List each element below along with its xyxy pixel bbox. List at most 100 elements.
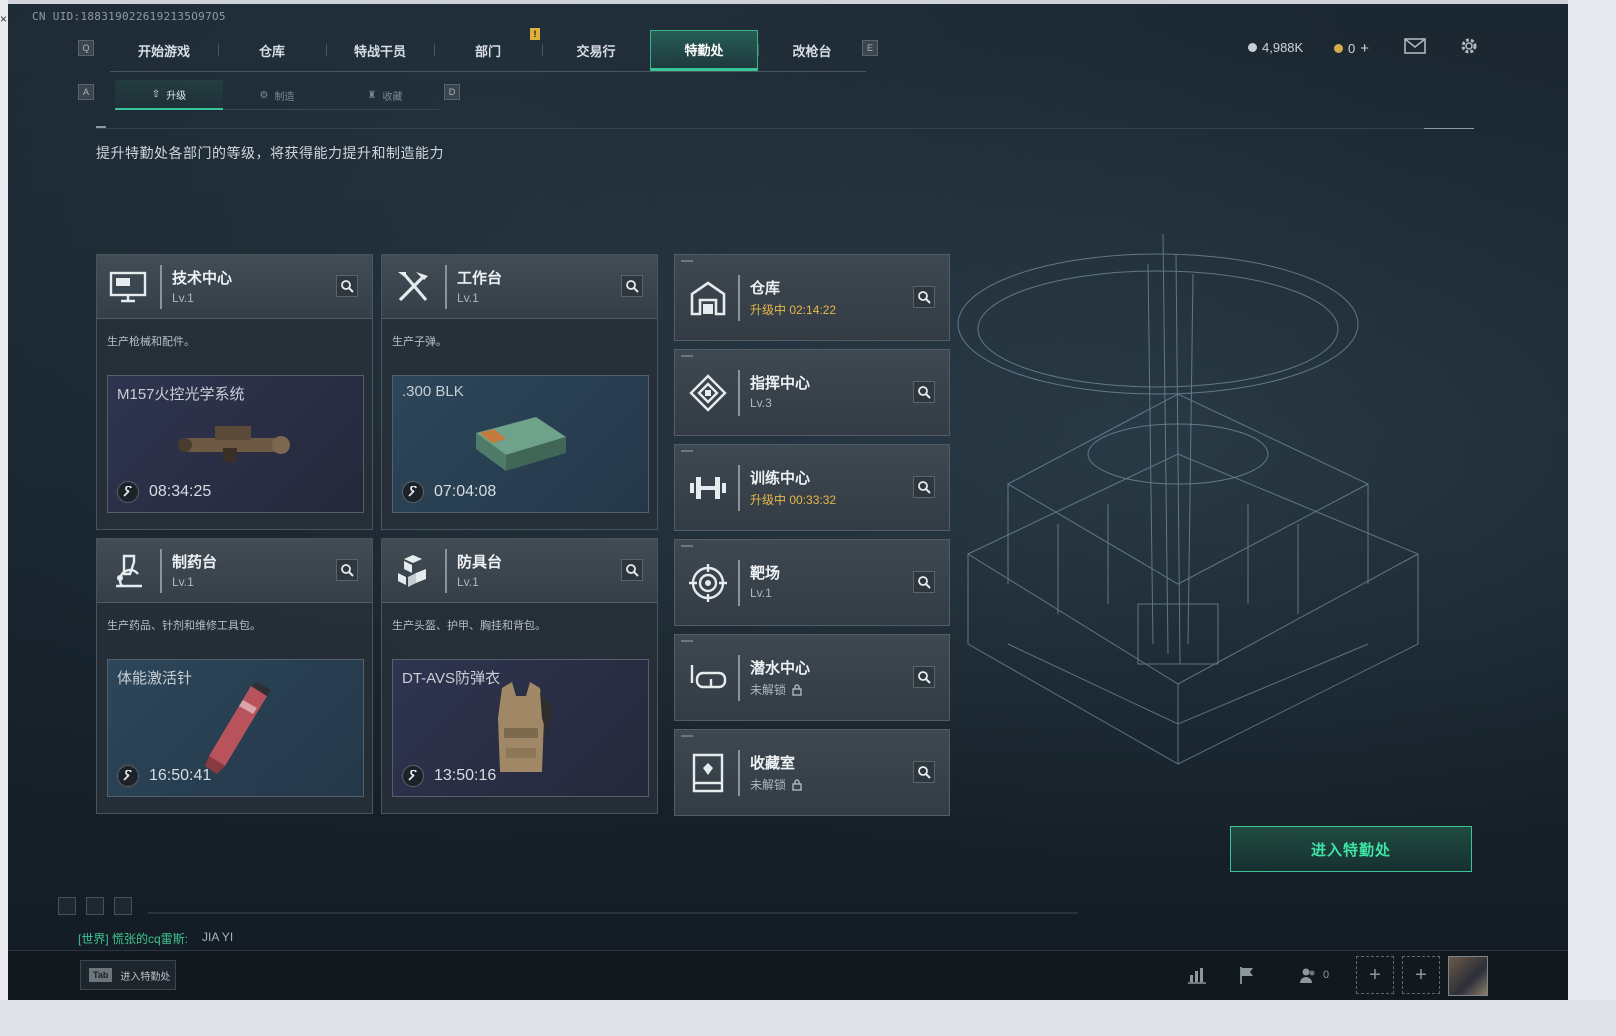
facility-status: 未解锁 [750,683,787,697]
tab-hint[interactable]: Tab 进入特勤处 [80,960,176,990]
dumbbell-icon [687,467,729,509]
inspect-search-icon[interactable] [913,761,935,783]
workshop-card-tech-center[interactable]: 技术中心 Lv.1 生产枪械和配件。 M157火控光学系统 08:34:25 [96,254,373,530]
flag-icon[interactable] [1234,962,1260,988]
facility-training-center[interactable]: 训练中心 升级中 00:33:32 [674,444,950,531]
inspect-search-icon[interactable] [621,559,643,581]
nav-prev-key[interactable]: Q [78,40,94,56]
inspect-search-icon[interactable] [913,571,935,593]
gold-currency[interactable]: 0 + [1334,40,1369,57]
subnav-prev-key[interactable]: A [78,84,94,100]
card-header: 技术中心 Lv.1 [97,255,372,319]
workshop-description: 生产头盔、护甲、胸挂和背包。 [392,620,546,632]
subtab-craft[interactable]: ⚙ 制造 [223,80,331,110]
microscope-icon [107,551,149,591]
production-slot[interactable]: DT-AVS防弹衣 13:50:16 [392,659,649,797]
stim-injector-image [204,682,271,774]
corner-tick [681,355,693,357]
alert-badge: ! [530,28,540,40]
quick-slot[interactable] [58,897,76,915]
facility-status-row: 未解锁 [750,681,802,698]
workshop-card-pharmacy[interactable]: 制药台 Lv.1 生产药品、针剂和维修工具包。 体能激活针 16:50:41 [96,538,373,814]
facility-status: 升级中 00:33:32 [750,493,837,507]
quick-slot[interactable] [86,897,104,915]
subtab-collection[interactable]: ♜ 收藏 [331,80,439,110]
player-avatar[interactable] [1448,956,1488,996]
inspect-search-icon[interactable] [913,286,935,308]
divider [96,128,1468,129]
facility-name: 收藏室 [750,755,796,772]
gold-amount: 0 [1348,41,1356,56]
header-separator [445,549,447,593]
facility-name: 潜水中心 [750,660,811,677]
production-timer: 16:50:41 [117,765,211,787]
tab-warehouse[interactable]: 仓库 [218,30,326,71]
chat-line[interactable]: [世界] 慌张的cq雷斯: JIA YI [78,930,233,947]
facility-diving-center[interactable]: 潜水中心 未解锁 [674,634,950,721]
workshop-card-workbench[interactable]: 工作台 Lv.1 生产子弹。 .300 BLK 07:04:08 [381,254,658,530]
inspect-search-icon[interactable] [336,275,358,297]
inspect-search-icon[interactable] [913,666,935,688]
chat-channel: [世界] 慌张的cq雷斯: [78,932,189,946]
inspect-search-icon[interactable] [913,476,935,498]
tab-market[interactable]: ! 交易行 [530,28,650,71]
facility-shooting-range[interactable]: 靶场 Lv.1 [674,539,950,626]
inspect-search-icon[interactable] [336,559,358,581]
stats-chart-icon[interactable] [1184,962,1210,988]
facility-command-center[interactable]: 指挥中心 Lv.3 [674,349,950,436]
invite-slot[interactable]: + [1356,956,1394,994]
tab-department-label: 部门 [474,44,501,59]
nav-next-key[interactable]: E [862,40,878,56]
base-blueprint-illustration [957,233,1420,765]
mail-icon[interactable] [1404,38,1426,54]
facility-status: 未解锁 [750,778,787,792]
lock-icon [792,778,802,791]
production-slot[interactable]: .300 BLK 07:04:08 [392,375,649,513]
inspect-search-icon[interactable] [913,381,935,403]
production-timer: 13:50:16 [402,765,496,787]
production-timer: 08:34:25 [117,481,211,503]
diving-mask-icon [687,657,729,699]
workshop-name: 技术中心 [172,270,233,287]
production-timer: 07:04:08 [402,481,496,503]
header-separator [160,549,162,593]
tab-department[interactable]: 部门 [434,30,542,71]
separator [738,275,740,321]
timer-value: 07:04:08 [434,483,497,500]
lock-icon [792,683,802,696]
tab-special-ops[interactable]: 特勤处 [650,30,758,71]
progress-track [148,912,1078,914]
separator [738,560,740,606]
quick-slot[interactable] [114,897,132,915]
workshop-level: Lv.1 [172,575,194,589]
facility-status-row: 未解锁 [750,776,802,793]
product-name: M157火控光学系统 [117,386,245,403]
inspect-search-icon[interactable] [621,275,643,297]
facility-collection-room[interactable]: 收藏室 未解锁 [674,729,950,816]
enter-special-ops-button[interactable]: 进入特勤处 [1230,826,1472,872]
product-name: 体能激活针 [117,670,193,687]
workshop-card-armor[interactable]: 防具台 Lv.1 生产头盔、护甲、胸挂和背包。 DT-AVS防弹衣 13:50:… [381,538,658,814]
collection-icon [687,752,729,794]
timer-value: 08:34:25 [149,483,212,500]
production-slot[interactable]: M157火控光学系统 08:34:25 [107,375,364,513]
production-slot[interactable]: 体能激活针 16:50:41 [107,659,364,797]
invite-slot[interactable]: + [1402,956,1440,994]
tools-icon [392,267,434,307]
facility-warehouse[interactable]: 仓库 升级中 02:14:22 [674,254,950,341]
tab-operators[interactable]: 特战干员 [326,30,434,71]
add-gold-button[interactable]: + [1360,40,1369,57]
close-icon[interactable]: × [0,12,7,26]
warehouse-icon [687,277,729,319]
tab-start-game[interactable]: 开始游戏 [110,30,218,71]
wrench-icon [117,765,139,787]
settings-gear-icon[interactable] [1458,35,1480,57]
subtab-upgrade[interactable]: ⇧ 升级 [115,80,223,110]
silver-coin-icon [1248,43,1257,52]
silver-amount: 4,988K [1262,40,1304,55]
workshop-level: Lv.1 [457,291,479,305]
subnav-next-key[interactable]: D [444,84,460,100]
squad-indicator[interactable]: 0 [1294,962,1334,988]
corner-tick [681,640,693,642]
tab-gunsmith[interactable]: 改枪台 [758,30,866,71]
